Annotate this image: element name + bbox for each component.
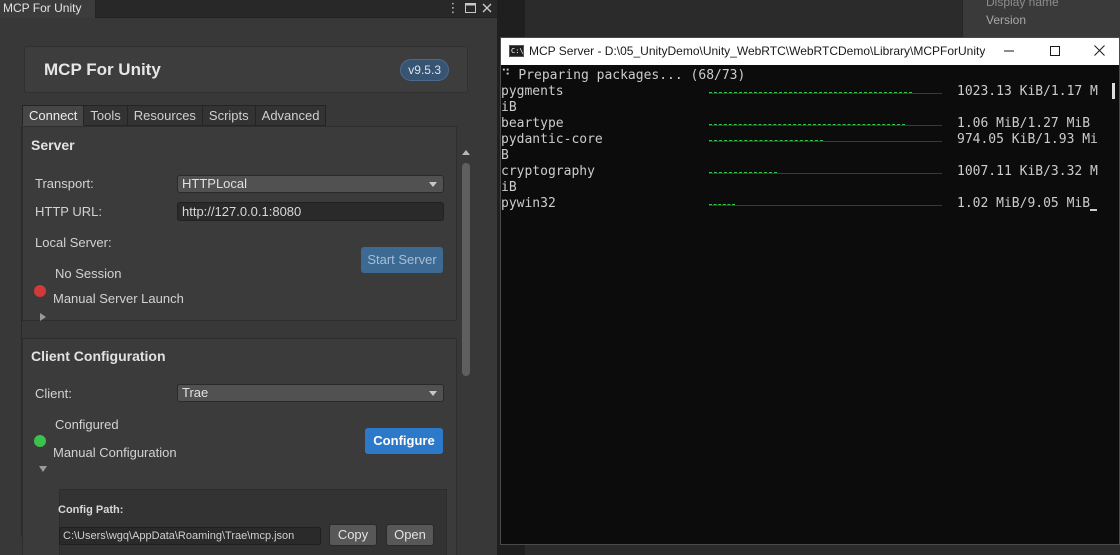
package-row: pygments 1023.13 KiB/1.17 M (501, 84, 1107, 100)
transport-value: HTTPLocal (182, 176, 248, 191)
terminal-icon: C:\ (509, 45, 524, 57)
package-row: beartype 1.06 MiB/1.27 MiB (501, 116, 1107, 132)
package-progress-fill (709, 204, 735, 205)
http-url-field[interactable]: http://127.0.0.1:8080 (177, 202, 444, 221)
config-path-field[interactable]: C:\Users\wgq\AppData\Roaming\Trae\mcp.js… (59, 527, 321, 545)
start-server-button[interactable]: Start Server (361, 247, 443, 273)
package-size: 974.05 KiB/1.93 Mi (957, 132, 1098, 147)
client-dropdown[interactable]: Trae (177, 384, 444, 402)
chevron-right-icon[interactable] (40, 313, 46, 321)
chevron-down-icon[interactable] (39, 466, 47, 472)
terminal-output[interactable]: ⠙ Preparing packages... (68/73) pygments… (501, 67, 1107, 543)
package-progress-fill (709, 172, 777, 173)
transport-label: Transport: (35, 176, 94, 191)
header-card: MCP For Unity v9.5.3 (24, 46, 468, 93)
package-name: pygments (501, 84, 564, 99)
configure-button[interactable]: Configure (365, 428, 443, 454)
client-configuration-section: Client Configuration Client: Trae Config… (22, 338, 457, 555)
tab-bar: Connect Tools Resources Scripts Advanced (22, 105, 327, 126)
vertical-scrollbar[interactable] (460, 144, 472, 555)
window-tab[interactable]: MCP For Unity (0, 0, 96, 18)
package-size: 1007.11 KiB/3.32 M (957, 164, 1098, 179)
tab-tools[interactable]: Tools (84, 105, 128, 126)
terminal-titlebar[interactable]: C:\ MCP Server - D:\05_UnityDemo\Unity_W… (501, 38, 1119, 65)
package-name: cryptography (501, 164, 595, 179)
server-section: Server Transport: HTTPLocal HTTP URL: ht… (22, 126, 457, 321)
status-dot-icon (34, 285, 46, 297)
status-dot-icon (34, 435, 46, 447)
package-progress-fill (709, 124, 905, 125)
display-name-label: Display name (986, 0, 1059, 9)
page-title: MCP For Unity (44, 60, 161, 79)
http-url-label: HTTP URL: (35, 204, 102, 219)
scrollbar-thumb[interactable] (462, 163, 470, 376)
chevron-down-icon (429, 391, 437, 396)
terminal-header-line: ⠙ Preparing packages... (68/73) (501, 68, 746, 83)
terminal-cursor (1090, 209, 1098, 211)
transport-dropdown[interactable]: HTTPLocal (177, 175, 444, 193)
tab-scripts[interactable]: Scripts (202, 105, 256, 126)
package-progress-track (709, 92, 942, 94)
minimize-icon[interactable] (986, 38, 1032, 65)
package-progress-fill (709, 92, 912, 93)
client-status: Configured (55, 417, 119, 432)
package-row: pywin32 1.02 MiB/9.05 MiB (501, 196, 1107, 212)
package-size: 1023.13 KiB/1.17 M (957, 84, 1098, 99)
chevron-down-icon (429, 182, 437, 187)
package-name: beartype (501, 116, 564, 131)
package-size-wrap: iB (501, 100, 517, 115)
manual-server-launch-foldout[interactable]: Manual Server Launch (53, 291, 184, 306)
config-path-label: Config Path: (58, 504, 124, 516)
copy-button[interactable]: Copy (329, 524, 377, 546)
local-server-label: Local Server: (35, 235, 112, 250)
mcp-server-terminal: C:\ MCP Server - D:\05_UnityDemo\Unity_W… (500, 37, 1120, 545)
package-row: cryptography 1007.11 KiB/3.32 M (501, 164, 1107, 180)
server-section-title: Server (31, 137, 75, 153)
version-label: Version (986, 13, 1027, 27)
window-titlebar: ⋮ (96, 0, 497, 18)
close-icon[interactable] (1076, 38, 1120, 65)
package-size: 1.02 MiB/9.05 MiB (957, 196, 1091, 211)
package-progress-track (709, 124, 942, 126)
package-progress-track (709, 204, 942, 206)
client-label: Client: (35, 386, 72, 401)
package-progress-track (709, 140, 942, 142)
version-badge: v9.5.3 (400, 59, 449, 81)
maximize-icon[interactable] (463, 1, 477, 16)
client-section-title: Client Configuration (31, 348, 166, 364)
package-row: pydantic-core 974.05 KiB/1.93 Mi (501, 132, 1107, 148)
package-progress-fill (709, 140, 823, 141)
tab-advanced[interactable]: Advanced (255, 105, 327, 126)
session-status: No Session (55, 266, 122, 281)
package-size: 1.06 MiB/1.27 MiB (957, 116, 1091, 131)
close-icon[interactable] (480, 1, 494, 16)
kebab-menu-icon[interactable]: ⋮ (446, 1, 460, 16)
scroll-up-icon[interactable] (462, 150, 470, 155)
package-name: pywin32 (501, 196, 556, 211)
terminal-title: MCP Server - D:\05_UnityDemo\Unity_WebRT… (529, 44, 985, 58)
package-size-wrap: iB (501, 180, 517, 195)
client-value: Trae (182, 385, 209, 400)
terminal-scrollbar-thumb[interactable] (1112, 83, 1115, 99)
open-button[interactable]: Open (386, 524, 434, 546)
manual-configuration-foldout[interactable]: Manual Configuration (53, 445, 177, 460)
maximize-icon[interactable] (1032, 38, 1078, 65)
tab-connect[interactable]: Connect (22, 105, 85, 126)
package-size-wrap: B (501, 148, 509, 163)
package-name: pydantic-core (501, 132, 603, 147)
tab-resources[interactable]: Resources (127, 105, 203, 126)
mcp-for-unity-window: MCP For Unity ⋮ MCP For Unity v9.5.3 Con… (0, 0, 497, 555)
window-body: MCP For Unity v9.5.3 Connect Tools Resou… (0, 18, 497, 555)
package-progress-track (709, 172, 942, 174)
